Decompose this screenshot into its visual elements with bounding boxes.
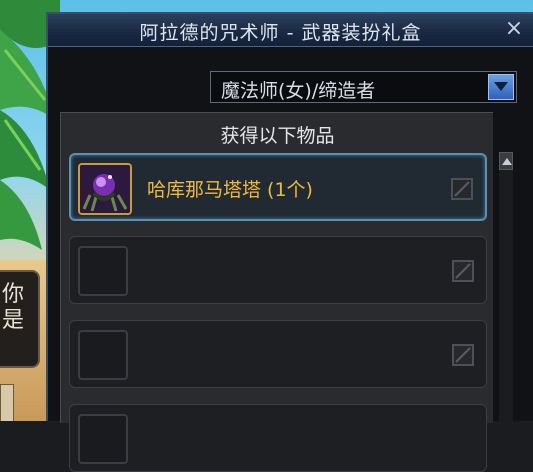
item-checkbox[interactable] bbox=[451, 178, 473, 200]
npc-speech-text: 你 是 bbox=[2, 282, 25, 333]
item-checkbox[interactable] bbox=[452, 260, 474, 282]
dark-spider-weapon-icon bbox=[78, 163, 132, 215]
empty-item-slot bbox=[78, 414, 128, 464]
close-button[interactable]: × bbox=[501, 16, 527, 42]
reward-item-row[interactable] bbox=[69, 236, 487, 304]
panel-title: 获得以下物品 bbox=[220, 125, 335, 147]
npc-speech-bubble: 你 是 bbox=[0, 270, 40, 368]
class-select-value: 魔法师(女)/缔造者 bbox=[221, 80, 376, 102]
reward-item-row[interactable] bbox=[69, 320, 487, 388]
class-select-dropdown[interactable]: 魔法师(女)/缔造者 bbox=[210, 71, 517, 103]
window-title: 阿拉德的咒术师 - 武器装扮礼盒 bbox=[139, 22, 422, 44]
item-checkbox[interactable] bbox=[452, 344, 474, 366]
scrollbar[interactable] bbox=[499, 152, 513, 423]
empty-item-slot bbox=[78, 246, 128, 296]
scroll-up-button[interactable] bbox=[499, 152, 513, 170]
title-bar[interactable]: 阿拉德的咒术师 - 武器装扮礼盒 × bbox=[48, 14, 533, 47]
reward-item-row[interactable]: 哈库那马塔塔 (1个) bbox=[69, 153, 487, 221]
gift-box-window: 阿拉德的咒术师 - 武器装扮礼盒 × 魔法师(女)/缔造者 获得以下物品 哈库那… bbox=[46, 12, 533, 472]
item-name: 哈库那马塔塔 (1个) bbox=[147, 179, 313, 201]
reward-panel: 获得以下物品 哈库那马塔塔 (1个) bbox=[60, 112, 493, 472]
chevron-down-icon[interactable] bbox=[488, 74, 514, 100]
background-sign bbox=[0, 384, 14, 421]
empty-item-slot bbox=[78, 330, 128, 380]
reward-item-row[interactable] bbox=[69, 404, 487, 472]
